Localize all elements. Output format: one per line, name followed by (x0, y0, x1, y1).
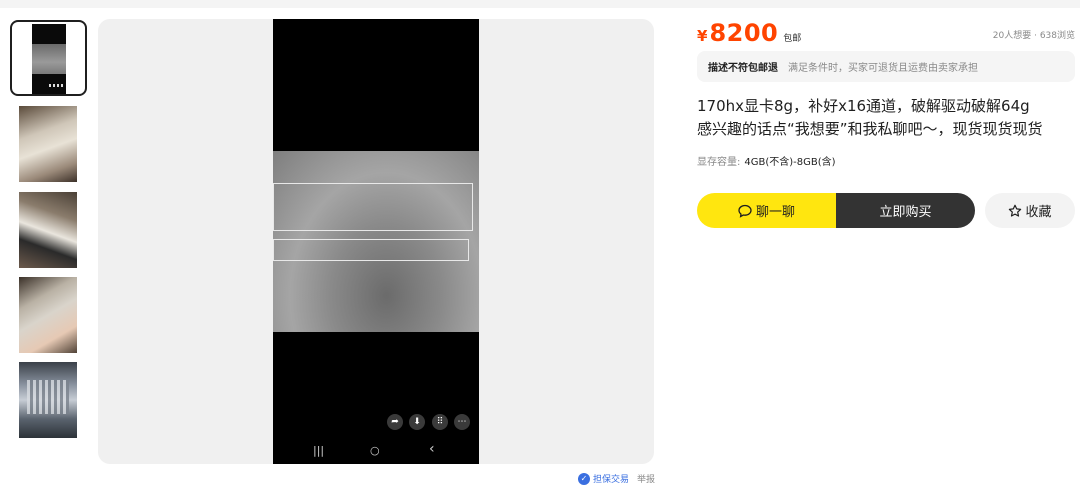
grid-icon[interactable]: ⠿ (432, 414, 448, 430)
chat-bubble-icon (738, 204, 752, 218)
product-title: 170hx显卡8g，补好x16通道，破解驱动破解64g 感兴趣的话点“我想要”和… (697, 95, 1067, 141)
favorite-button[interactable]: 收藏 (985, 193, 1075, 228)
shipping-badge: 包邮 (783, 34, 802, 44)
home-icon: ○ (370, 444, 380, 457)
thumbnail[interactable] (19, 362, 77, 438)
price: 8200 (709, 19, 779, 47)
thumbnail[interactable] (19, 277, 77, 353)
action-buttons: 聊一聊 立即购买 (697, 193, 975, 228)
favorite-button-label: 收藏 (1025, 205, 1052, 220)
buy-button-label: 立即购买 (879, 205, 932, 220)
share-icon[interactable]: ➦ (387, 414, 403, 430)
more-icon[interactable]: ⋯ (454, 414, 470, 430)
policy-description: 满足条件时，买家可退货且运费由卖家承担 (788, 63, 978, 74)
title-line: 感兴趣的话点“我想要”和我私聊吧～，现货现货现货 (697, 120, 1043, 138)
guarantee-link[interactable]: ✓ 担保交易 (578, 472, 629, 485)
chat-button[interactable]: 聊一聊 (697, 193, 836, 228)
chat-button-label: 聊一聊 (755, 205, 795, 220)
back-icon: ‹ (429, 441, 435, 457)
price-block: ¥ 8200 包邮 (697, 19, 801, 47)
buy-now-button[interactable]: 立即购买 (836, 193, 975, 228)
shield-icon: ✓ (578, 472, 590, 485)
policy-tag: 描述不符包邮退 (708, 63, 778, 74)
thumbnail-screen-image (32, 24, 66, 94)
title-line: 170hx显卡8g，补好x16通道，破解驱动破解64g (697, 97, 1030, 115)
guarantee-label: 担保交易 (593, 475, 630, 485)
top-band (0, 0, 1080, 8)
terminal-photo (273, 151, 479, 332)
thumbnail[interactable] (19, 192, 77, 268)
return-policy-bar: 描述不符包邮退 满足条件时，买家可退货且运费由卖家承担 (697, 51, 1075, 82)
thumbnail-selected[interactable] (10, 20, 87, 96)
star-icon (1009, 204, 1022, 217)
thumbnail[interactable] (19, 106, 77, 182)
view-stats: 20人想要 · 638浏览 (992, 31, 1075, 41)
save-icon[interactable]: ⬇ (409, 414, 425, 430)
spec-row: 显存容量: 4GB(不含)-8GB(含) (697, 153, 836, 168)
currency-symbol: ¥ (697, 27, 708, 45)
main-image: ➦ ⬇ ⠿ ⋯ ||| ○ ‹ (273, 19, 479, 464)
spec-label: 显存容量: (697, 157, 741, 168)
main-image-viewer[interactable]: ➦ ⬇ ⠿ ⋯ ||| ○ ‹ (98, 19, 654, 464)
recent-apps-icon: ||| (313, 444, 325, 457)
spec-value: 4GB(不含)-8GB(含) (744, 157, 836, 168)
report-link[interactable]: 举报 (637, 472, 655, 485)
